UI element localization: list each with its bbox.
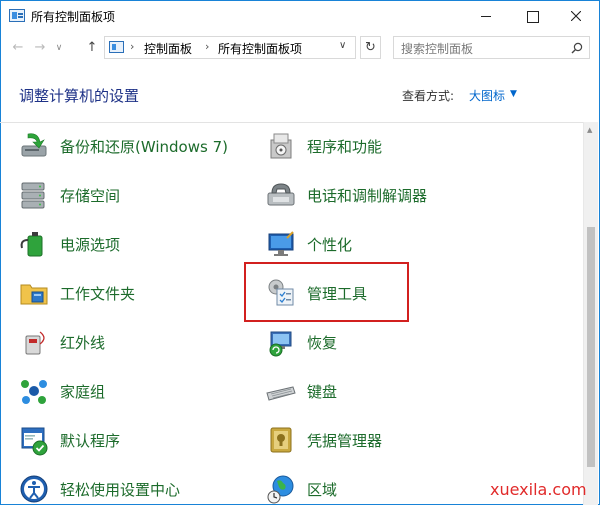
up-arrow-icon[interactable]: ↑ xyxy=(83,38,101,58)
item-label: 默认程序 xyxy=(60,432,121,450)
breadcrumb-separator-icon[interactable]: › xyxy=(205,40,209,53)
minimize-button[interactable] xyxy=(463,1,509,31)
item-label: 工作文件夹 xyxy=(60,285,136,303)
breadcrumb-control-panel[interactable]: 控制面板 xyxy=(144,40,192,57)
search-box[interactable]: 搜索控制面板 xyxy=(393,36,590,59)
item-label: 区域 xyxy=(307,481,338,499)
address-control-panel-icon xyxy=(109,41,124,53)
forward-arrow-icon[interactable]: → xyxy=(31,38,49,58)
navigation-bar: ← → ∨ ↑ › 控制面板 › 所有控制面板项 ∨ ↻ 搜索控制面板 xyxy=(1,35,599,61)
refresh-icon: ↻ xyxy=(365,40,376,55)
search-placeholder: 搜索控制面板 xyxy=(401,42,474,56)
default-programs-icon xyxy=(21,427,48,456)
item-default-programs[interactable]: 默认程序 xyxy=(18,422,248,462)
close-button[interactable] xyxy=(553,1,599,31)
item-credential-manager[interactable]: 凭据管理器 xyxy=(265,422,495,462)
work-folders-icon xyxy=(20,284,48,305)
item-label: 恢复 xyxy=(307,334,338,352)
scroll-up-icon[interactable]: ▲ xyxy=(587,126,592,134)
view-by-label: 查看方式: xyxy=(402,89,455,103)
backup-restore-icon xyxy=(21,133,47,157)
item-label: 电源选项 xyxy=(60,236,121,254)
recent-locations-chevron-icon[interactable]: ∨ xyxy=(53,38,65,58)
phone-modem-icon xyxy=(267,183,295,206)
item-power-options[interactable]: 电源选项 xyxy=(18,226,248,266)
item-keyboard[interactable]: 键盘 xyxy=(265,373,495,413)
item-label: 凭据管理器 xyxy=(307,432,383,450)
highlight-box xyxy=(244,262,409,322)
breadcrumb-separator-icon[interactable]: › xyxy=(130,40,134,53)
item-personalization[interactable]: 个性化 xyxy=(265,226,495,266)
item-region[interactable]: 区域 xyxy=(265,471,495,505)
address-dropdown-icon[interactable]: ∨ xyxy=(339,40,346,51)
keyboard-icon xyxy=(266,386,296,401)
breadcrumb-all-items[interactable]: 所有控制面板项 xyxy=(218,40,302,57)
item-label: 轻松使用设置中心 xyxy=(60,481,181,499)
watermark: xuexila.com xyxy=(490,480,587,499)
infrared-icon xyxy=(25,331,45,355)
credential-manager-icon xyxy=(270,427,292,453)
item-backup-restore[interactable]: 备份和还原(Windows 7) xyxy=(18,128,248,168)
window-title: 所有控制面板项 xyxy=(31,10,116,24)
homegroup-icon xyxy=(21,380,47,404)
page-title: 调整计算机的设置 xyxy=(19,87,140,105)
item-work-folders[interactable]: 工作文件夹 xyxy=(18,275,248,315)
maximize-button[interactable] xyxy=(509,1,555,31)
ease-of-access-icon xyxy=(20,475,48,503)
item-phone-modem[interactable]: 电话和调制解调器 xyxy=(265,177,495,217)
item-recovery[interactable]: 恢复 xyxy=(265,324,495,364)
power-options-icon xyxy=(20,232,43,257)
recovery-icon xyxy=(269,331,292,357)
item-storage-spaces[interactable]: 存储空间 xyxy=(18,177,248,217)
item-label: 存储空间 xyxy=(60,187,121,205)
region-icon xyxy=(267,475,294,504)
storage-spaces-icon xyxy=(21,182,45,209)
item-ease-of-access[interactable]: 轻松使用设置中心 xyxy=(18,471,248,505)
item-label: 电话和调制解调器 xyxy=(307,187,428,205)
view-by-dropdown[interactable]: 大图标 xyxy=(469,87,505,104)
item-label: 备份和还原(Windows 7) xyxy=(60,138,228,156)
item-programs-features[interactable]: 程序和功能 xyxy=(265,128,495,168)
personalization-icon xyxy=(268,231,294,256)
item-label: 程序和功能 xyxy=(307,138,383,156)
item-label: 红外线 xyxy=(60,334,106,352)
item-infrared[interactable]: 红外线 xyxy=(18,324,248,364)
back-arrow-icon[interactable]: ← xyxy=(9,38,27,58)
programs-features-icon xyxy=(270,133,292,159)
refresh-button[interactable]: ↻ xyxy=(360,36,381,59)
scrollbar-thumb[interactable] xyxy=(587,227,595,467)
title-bar: 所有控制面板项 xyxy=(1,1,599,31)
view-by-caret-icon[interactable]: ▼ xyxy=(510,89,517,99)
search-icon[interactable] xyxy=(571,42,583,54)
item-label: 个性化 xyxy=(307,236,353,254)
item-label: 键盘 xyxy=(307,383,338,401)
vertical-scrollbar[interactable]: ▲ xyxy=(583,122,598,505)
close-icon xyxy=(571,11,581,21)
item-label: 家庭组 xyxy=(60,383,106,401)
address-bar[interactable]: › 控制面板 › 所有控制面板项 ∨ xyxy=(104,36,356,59)
control-panel-icon xyxy=(9,9,25,22)
item-homegroup[interactable]: 家庭组 xyxy=(18,373,248,413)
